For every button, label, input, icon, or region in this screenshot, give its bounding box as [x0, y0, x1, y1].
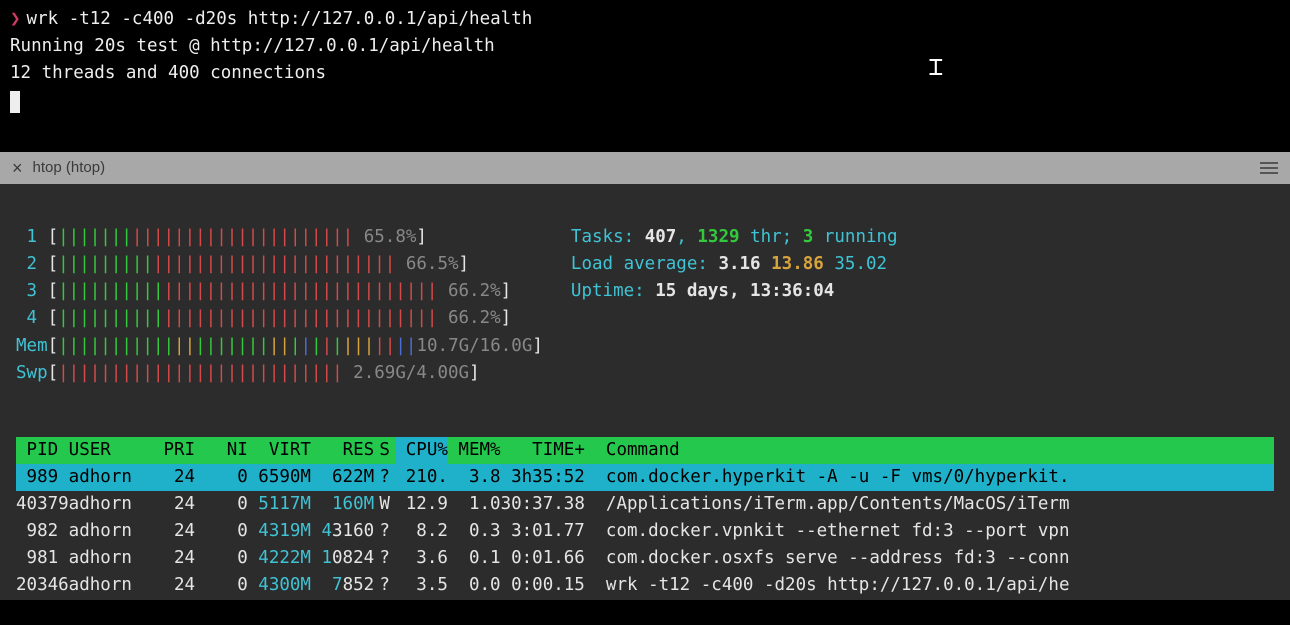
cursor-block: [10, 91, 20, 113]
close-tab-icon[interactable]: ×: [12, 159, 23, 177]
uptime-label: Uptime:: [571, 281, 655, 301]
running-count: 3: [803, 227, 814, 247]
tab-title[interactable]: htop (htop): [33, 156, 106, 179]
mem-meter: Mem[||||||||||||||||||||||||||||||||||10…: [16, 333, 543, 360]
col-mem[interactable]: MEM%: [448, 437, 501, 464]
col-user[interactable]: USER: [69, 437, 153, 464]
loadavg-label: Load average:: [571, 254, 719, 274]
shell-prompt: ❯: [10, 9, 27, 29]
process-row[interactable]: 981adhorn2404222M10824?3.60.10:01.66com.…: [16, 545, 1274, 572]
process-row[interactable]: 40379adhorn2405117M160MW12.91.030:37.38/…: [16, 491, 1274, 518]
cpu-meter-2: 2[|||||||||||||||||||||||||||||||| 66.5%…: [16, 251, 543, 278]
process-table-header[interactable]: PID USER PRI NI VIRT RES S CPU% MEM% TIM…: [16, 437, 1274, 464]
process-row[interactable]: 20346adhorn2404300M7852?3.50.00:00.15wrk…: [16, 572, 1274, 599]
cpu-meter-3: 3[|||||||||||||||||||||||||||||||||||| 6…: [16, 278, 543, 305]
thread-count: 1329: [697, 227, 739, 247]
output-line: 12 threads and 400 connections: [10, 60, 1280, 87]
process-row[interactable]: 989adhorn2406590M622M?210.3.83h35:52com.…: [16, 464, 1274, 491]
process-row[interactable]: 982adhorn2404319M43160?8.20.33:01.77com.…: [16, 518, 1274, 545]
hamburger-icon[interactable]: [1260, 162, 1278, 174]
col-time[interactable]: TIME+: [501, 437, 596, 464]
htop-pane[interactable]: 1[|||||||||||||||||||||||||||| 65.8%]2[|…: [0, 184, 1290, 600]
col-pri[interactable]: PRI: [153, 437, 195, 464]
col-s[interactable]: S: [374, 437, 395, 464]
col-pid[interactable]: PID: [16, 437, 69, 464]
meters-area: 1[|||||||||||||||||||||||||||| 65.8%]2[|…: [16, 224, 1274, 387]
col-res[interactable]: RES: [311, 437, 374, 464]
col-ni[interactable]: NI: [195, 437, 248, 464]
cpu-mem-meters: 1[|||||||||||||||||||||||||||| 65.8%]2[|…: [16, 224, 543, 387]
cpu-meter-1: 1[|||||||||||||||||||||||||||| 65.8%]: [16, 224, 543, 251]
uptime-value: 15 days, 13:36:04: [655, 281, 834, 301]
tasks-label: Tasks:: [571, 227, 645, 247]
tasks-count: 407: [645, 227, 677, 247]
tab-bar: × htop (htop): [0, 152, 1290, 184]
process-table[interactable]: 989adhorn2406590M622M?210.3.83h35:52com.…: [16, 464, 1274, 600]
load15: 35.02: [834, 254, 887, 274]
col-cmd[interactable]: Command: [595, 437, 1274, 464]
command-line: ❯wrk -t12 -c400 -d20s http://127.0.0.1/a…: [10, 6, 1280, 33]
terminal-top-pane[interactable]: ❯wrk -t12 -c400 -d20s http://127.0.0.1/a…: [0, 0, 1290, 152]
col-virt[interactable]: VIRT: [248, 437, 311, 464]
output-line: Running 20s test @ http://127.0.0.1/api/…: [10, 33, 1280, 60]
sys-info: Tasks: 407, 1329 thr; 3 running Load ave…: [571, 224, 898, 387]
swap-meter: Swp[||||||||||||||||||||||||||| 2.69G/4.…: [16, 360, 543, 387]
cpu-meter-4: 4[|||||||||||||||||||||||||||||||||||| 6…: [16, 305, 543, 332]
col-cpu[interactable]: CPU%: [395, 437, 448, 464]
command-text: wrk -t12 -c400 -d20s http://127.0.0.1/ap…: [27, 9, 533, 29]
load5: 13.86: [771, 254, 824, 274]
load1: 3.16: [718, 254, 760, 274]
